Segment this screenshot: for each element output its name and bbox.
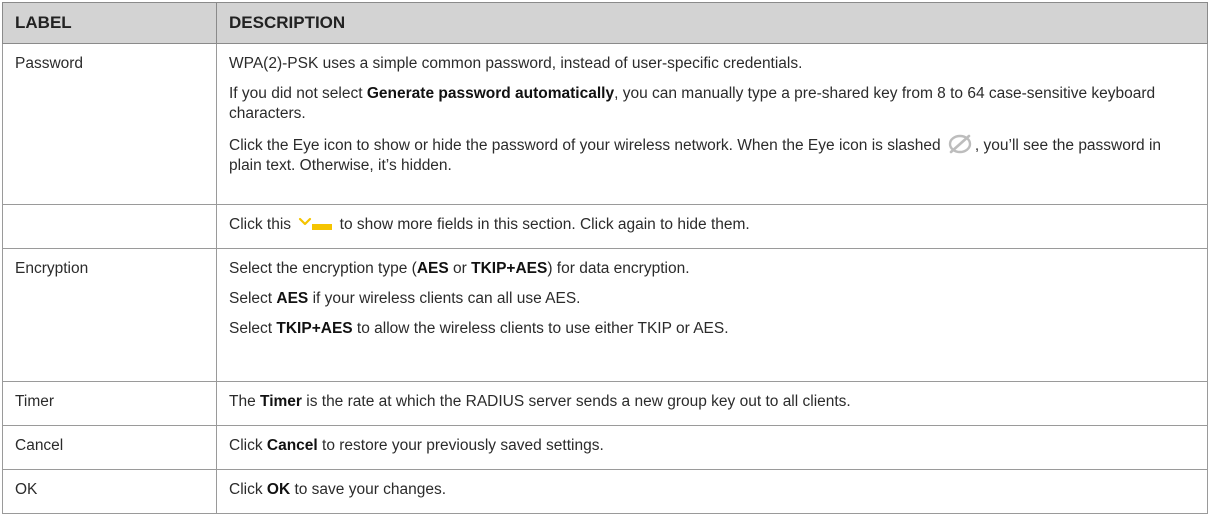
encryption-desc-p3: Select TKIP+AES to allow the wireless cl… bbox=[229, 319, 1207, 349]
text: If you did not select bbox=[229, 85, 367, 102]
table-row-encryption: Encryption Select the encryption type (A… bbox=[2, 248, 1208, 382]
table-row-ok: OK Click OK to save your changes. bbox=[2, 469, 1208, 514]
text: Select bbox=[229, 290, 277, 307]
text: Select the encryption type ( bbox=[229, 260, 417, 277]
row-label-timer: Timer bbox=[2, 381, 217, 426]
text: to save your changes. bbox=[290, 481, 447, 498]
table-row-more: Click this to show more fields in this s… bbox=[2, 204, 1208, 249]
cancel-desc: Click Cancel to restore your previously … bbox=[229, 426, 1207, 466]
emphasis: OK bbox=[266, 481, 291, 498]
emphasis: Cancel bbox=[266, 437, 318, 454]
row-description-timer: The Timer is the rate at which the RADIU… bbox=[216, 381, 1208, 426]
row-label-cancel: Cancel bbox=[2, 425, 217, 470]
text: Select bbox=[229, 320, 277, 337]
password-desc-p1: WPA(2)-PSK uses a simple common password… bbox=[229, 55, 803, 72]
text: Click bbox=[229, 437, 267, 454]
table-row-password: Password WPA(2)-PSK uses a simple common… bbox=[2, 43, 1208, 205]
text: if your wireless clients can all use AES… bbox=[308, 290, 581, 307]
password-desc-p2: If you did not select Generate password … bbox=[229, 84, 1207, 134]
label-description-table: LABEL DESCRIPTION Password WPA(2)-PSK us… bbox=[2, 2, 1208, 514]
password-desc-p3: Click the Eye icon to show or hide the p… bbox=[229, 134, 1207, 186]
timer-desc: The Timer is the rate at which the RADIU… bbox=[229, 382, 1207, 422]
emphasis: TKIP+AES bbox=[471, 260, 548, 277]
row-label-encryption: Encryption bbox=[2, 248, 217, 382]
text: The bbox=[229, 393, 261, 410]
row-description-more: Click this to show more fields in this s… bbox=[216, 204, 1208, 249]
text: is the rate at which the RADIUS server s… bbox=[301, 393, 851, 410]
row-label-ok: OK bbox=[2, 469, 217, 514]
text: Click the Eye icon to show or hide the p… bbox=[229, 137, 945, 154]
emphasis: AES bbox=[276, 290, 309, 307]
emphasis: Timer bbox=[260, 393, 302, 410]
table-row-cancel: Cancel Click Cancel to restore your prev… bbox=[2, 425, 1208, 470]
ok-desc: Click OK to save your changes. bbox=[229, 470, 1207, 510]
expand-more-icon bbox=[298, 216, 333, 232]
encryption-desc-p2: Select AES if your wireless clients can … bbox=[229, 289, 1207, 319]
emphasis: TKIP+AES bbox=[276, 320, 353, 337]
row-label-password: Password bbox=[2, 43, 217, 205]
emphasis: Generate password automatically bbox=[366, 85, 615, 102]
eye-slashed-icon bbox=[947, 134, 973, 154]
table-header-row: LABEL DESCRIPTION bbox=[2, 2, 1208, 44]
row-label-more bbox=[2, 204, 217, 249]
text: to show more fields in this section. Cli… bbox=[335, 216, 750, 233]
encryption-desc-p1: Select the encryption type (AES or TKIP+… bbox=[229, 249, 1207, 289]
emphasis: AES bbox=[416, 260, 449, 277]
header-description: DESCRIPTION bbox=[216, 2, 1208, 44]
text: Click bbox=[229, 481, 267, 498]
row-description-cancel: Click Cancel to restore your previously … bbox=[216, 425, 1208, 470]
row-description-password: WPA(2)-PSK uses a simple common password… bbox=[216, 43, 1208, 205]
text: ) for data encryption. bbox=[547, 260, 690, 277]
row-description-encryption: Select the encryption type (AES or TKIP+… bbox=[216, 248, 1208, 382]
text: Click this bbox=[229, 216, 296, 233]
text: to restore your previously saved setting… bbox=[317, 437, 604, 454]
more-desc: Click this to show more fields in this s… bbox=[229, 205, 1207, 245]
header-label: LABEL bbox=[2, 2, 217, 44]
text: or bbox=[448, 260, 472, 277]
row-description-ok: Click OK to save your changes. bbox=[216, 469, 1208, 514]
text: to allow the wireless clients to use eit… bbox=[352, 320, 729, 337]
table-row-timer: Timer The Timer is the rate at which the… bbox=[2, 381, 1208, 426]
